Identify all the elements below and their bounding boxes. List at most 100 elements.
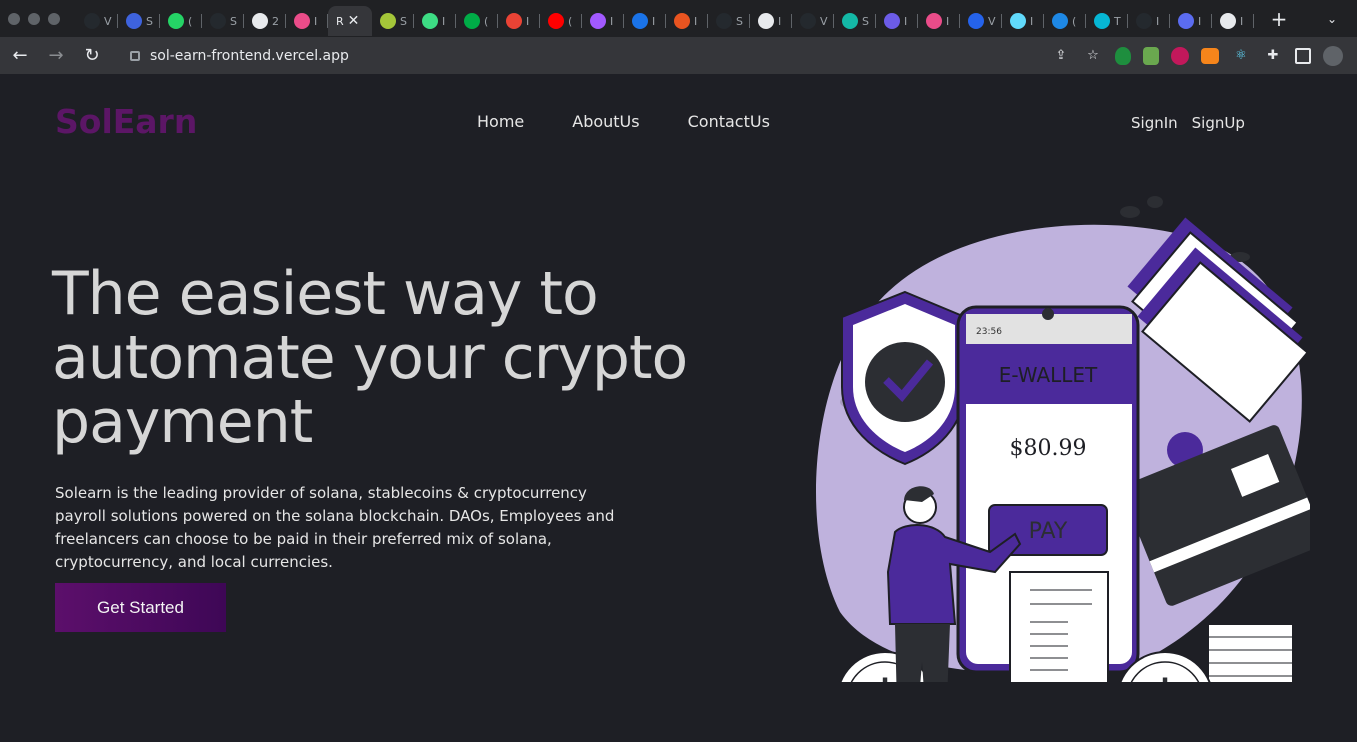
tab-favicon-icon (548, 13, 564, 29)
browser-tab[interactable]: I (1002, 6, 1044, 36)
tab-title: I (526, 14, 530, 28)
e-wallet-illustration: 23:56 E-WALLET $80.99 PAY $ (816, 196, 1310, 682)
extensions-puzzle-icon[interactable]: ✚ (1263, 46, 1283, 66)
nav-aboutus-link[interactable]: AboutUs (572, 112, 639, 131)
tab-title: 2 (272, 14, 279, 28)
share-icon[interactable]: ⇪ (1051, 46, 1071, 66)
browser-toolbar: ← → ↻ sol-earn-frontend.vercel.app ⇪ ☆ ⚛… (0, 37, 1357, 74)
tab-favicon-icon (1094, 13, 1110, 29)
nav-home-link[interactable]: Home (477, 112, 524, 131)
browser-tab[interactable]: 2 (244, 6, 286, 36)
metamask-extension-icon[interactable] (1201, 47, 1219, 64)
window-minimize-button[interactable] (28, 12, 40, 25)
browser-tab[interactable]: ( (456, 6, 498, 36)
pay-button-label: PAY (1029, 519, 1068, 544)
tab-close-icon[interactable]: ✕ (348, 13, 360, 29)
browser-tab[interactable]: T (1086, 6, 1128, 36)
hero-headline: The easiest way to automate your crypto … (52, 259, 688, 457)
back-button[interactable]: ← (4, 40, 36, 72)
window-maximize-button[interactable] (48, 12, 60, 25)
browser-tab[interactable]: I (286, 6, 328, 36)
browser-tab[interactable]: I (1170, 6, 1212, 36)
downloader-extension-icon[interactable] (1143, 46, 1159, 65)
window-controls (0, 12, 76, 25)
tab-title: I (1198, 14, 1202, 28)
tab-title: S (146, 14, 153, 28)
browser-tab[interactable]: ( (1044, 6, 1086, 36)
adguard-extension-icon[interactable] (1115, 46, 1131, 65)
signin-link[interactable]: SignIn (1131, 114, 1178, 132)
tab-favicon-icon (84, 13, 100, 29)
tab-title: I (314, 14, 318, 28)
bookmark-star-icon[interactable]: ☆ (1083, 46, 1103, 66)
react-devtools-icon[interactable]: ⚛ (1231, 46, 1251, 66)
browser-tab[interactable]: I (666, 6, 708, 36)
lock-icon (130, 50, 140, 61)
tab-title: I (1030, 14, 1034, 28)
browser-tab[interactable]: I (414, 6, 456, 36)
window-close-button[interactable] (8, 12, 20, 25)
tab-favicon-icon (674, 13, 690, 29)
browser-tab[interactable]: I (918, 6, 960, 36)
tab-favicon-icon (168, 13, 184, 29)
tab-favicon-icon (716, 13, 732, 29)
hero-description: Solearn is the leading provider of solan… (55, 484, 615, 571)
browser-tab[interactable]: S (118, 6, 160, 36)
browser-tab[interactable]: S (708, 6, 750, 36)
browser-tab[interactable]: V (76, 6, 118, 36)
tab-list: V S(S 2 I R ✕ S I(I(I I I S I V S I I V I(T I I I (76, 0, 1261, 37)
browser-tab[interactable]: V (960, 6, 1002, 36)
tab-title: I (1240, 14, 1244, 28)
tab-search-icon[interactable]: ⌄ (1327, 12, 1357, 26)
tab-favicon-icon (506, 13, 522, 29)
nav-contactus-link[interactable]: ContactUs (688, 112, 770, 131)
browser-tab[interactable]: I (582, 6, 624, 36)
browser-tab[interactable]: I (1212, 6, 1254, 36)
tab-favicon-icon (126, 13, 142, 29)
tab-favicon-icon (1136, 13, 1152, 29)
browser-tab[interactable]: I (1128, 6, 1170, 36)
tab-favicon-icon (1178, 13, 1194, 29)
tab-title: V (988, 14, 996, 28)
tab-separator (1253, 14, 1254, 28)
reload-button[interactable]: ↻ (76, 40, 108, 72)
browser-tab[interactable]: I (750, 6, 792, 36)
browser-tab[interactable]: R ✕ (328, 6, 372, 36)
tab-favicon-icon (758, 13, 774, 29)
get-started-button[interactable]: Get Started (55, 583, 226, 632)
tab-favicon-icon (1220, 13, 1236, 29)
site-logo[interactable]: SolEarn (55, 102, 197, 141)
tab-favicon-icon (884, 13, 900, 29)
tab-title: S (736, 14, 743, 28)
tab-title: I (904, 14, 908, 28)
tab-title: V (104, 14, 112, 28)
tab-favicon-icon (1010, 13, 1026, 29)
tab-favicon-icon (380, 13, 396, 29)
new-tab-button[interactable]: + (1261, 7, 1297, 31)
address-bar[interactable]: sol-earn-frontend.vercel.app (116, 42, 1051, 70)
browser-tab[interactable]: S (202, 6, 244, 36)
tab-title: ( (484, 14, 489, 28)
browser-tab[interactable]: I (876, 6, 918, 36)
signup-link[interactable]: SignUp (1192, 114, 1245, 132)
svg-text:$: $ (1146, 669, 1185, 682)
browser-tab[interactable]: ( (540, 6, 582, 36)
tab-favicon-icon (294, 13, 310, 29)
tab-favicon-icon (800, 13, 816, 29)
tab-title: ( (1072, 14, 1077, 28)
phone-time: 23:56 (976, 327, 1002, 337)
browser-tab[interactable]: I (624, 6, 666, 36)
profile-avatar-icon[interactable] (1323, 45, 1343, 66)
side-panel-icon[interactable] (1295, 47, 1311, 64)
tab-title: T (1114, 14, 1121, 28)
browser-tab[interactable]: I (498, 6, 540, 36)
wallet-title: E-WALLET (999, 363, 1098, 387)
webpage: SolEarn Home AboutUs ContactUs SignIn Si… (0, 74, 1357, 742)
browser-tab[interactable]: V (792, 6, 834, 36)
browser-tab[interactable]: S (834, 6, 876, 36)
color-picker-extension-icon[interactable] (1171, 46, 1189, 65)
browser-tab[interactable]: S (372, 6, 414, 36)
forward-button[interactable]: → (40, 40, 72, 72)
tab-title: I (442, 14, 446, 28)
browser-tab[interactable]: ( (160, 6, 202, 36)
